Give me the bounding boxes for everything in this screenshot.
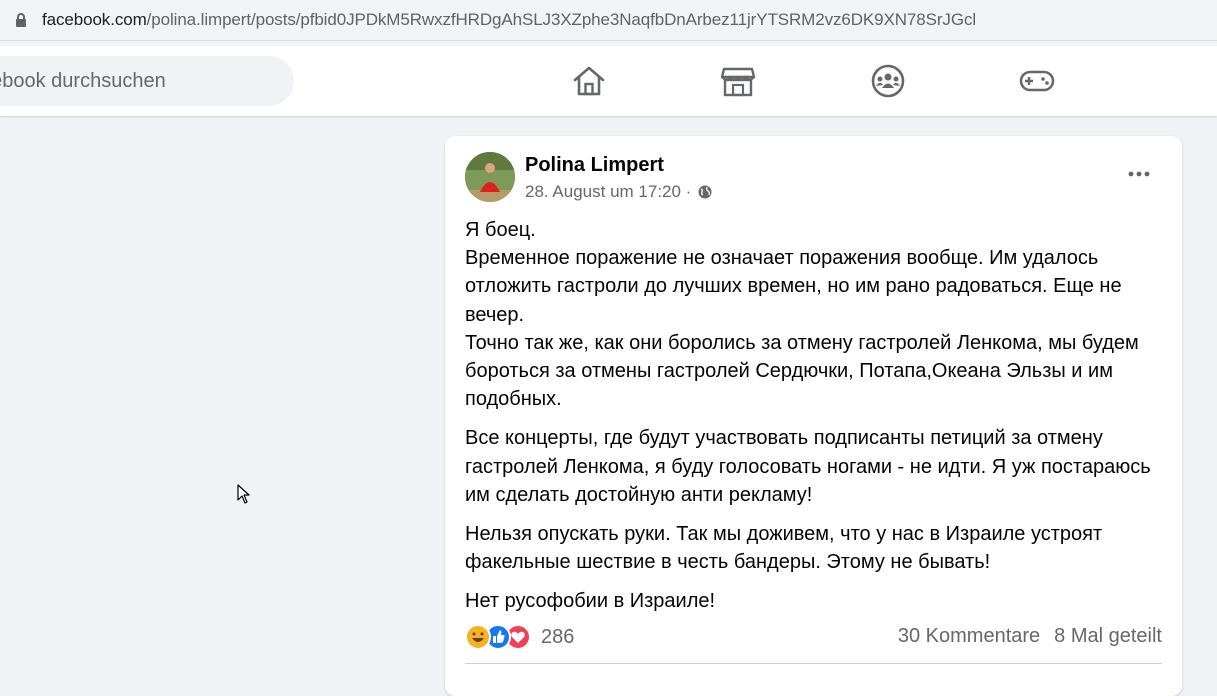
shares-count-link[interactable]: 8 Mal geteilt	[1054, 625, 1162, 647]
post-paragraph: Нет русофобии в Израиле!	[465, 590, 716, 613]
globe-icon	[698, 185, 712, 199]
url-domain: facebook.com	[42, 10, 147, 29]
groups-icon	[871, 64, 905, 98]
mouse-cursor-icon	[237, 484, 250, 504]
home-icon	[573, 66, 605, 96]
post-paragraph: Все концерты, где будут участвовать подп…	[465, 427, 1151, 506]
more-options-icon	[1128, 171, 1150, 177]
nav-marketplace-button[interactable]	[720, 64, 756, 98]
author-avatar[interactable]	[465, 152, 515, 202]
post-stats: 30 Kommentare 8 Mal geteilt	[898, 625, 1162, 648]
haha-reaction-icon	[465, 624, 491, 650]
nav-home-button[interactable]	[571, 64, 607, 98]
gaming-icon	[1019, 70, 1055, 92]
post-author-name[interactable]: Polina Limpert	[525, 154, 664, 177]
nav-groups-button[interactable]	[870, 64, 906, 98]
post-paragraph: Я боец. Временное поражение не означает …	[465, 219, 1139, 411]
nav-gaming-button[interactable]	[1019, 64, 1055, 98]
post-text: Я боец. Временное поражение не означает …	[465, 216, 1165, 627]
post-meta: 28. August um 17:20 ·	[525, 182, 712, 202]
search-box[interactable]: acebook durchsuchen	[0, 56, 294, 106]
reaction-count: 286	[541, 625, 575, 648]
post-card: Polina Limpert 28. August um 17:20 · Я б…	[445, 136, 1182, 696]
url-text[interactable]: facebook.com/polina.limpert/posts/pfbid0…	[42, 10, 976, 30]
browser-address-bar[interactable]: facebook.com/polina.limpert/posts/pfbid0…	[0, 0, 1217, 41]
search-input[interactable]: acebook durchsuchen	[0, 70, 166, 93]
actions-divider	[465, 663, 1162, 664]
url-path: /polina.limpert/posts/pfbid0JPDkM5RwxzfH…	[146, 10, 977, 29]
lock-icon	[16, 13, 26, 27]
marketplace-icon	[720, 67, 756, 97]
post-timestamp[interactable]: 28. August um 17:20 ·	[525, 182, 691, 201]
reactions-summary[interactable]: 286	[465, 623, 574, 651]
comments-count-link[interactable]: 30 Kommentare	[898, 625, 1040, 647]
post-paragraph: Нельзя опускать руки. Так мы доживем, чт…	[465, 523, 1103, 574]
facebook-header: acebook durchsuchen	[0, 46, 1217, 116]
post-options-button[interactable]	[1125, 160, 1153, 188]
